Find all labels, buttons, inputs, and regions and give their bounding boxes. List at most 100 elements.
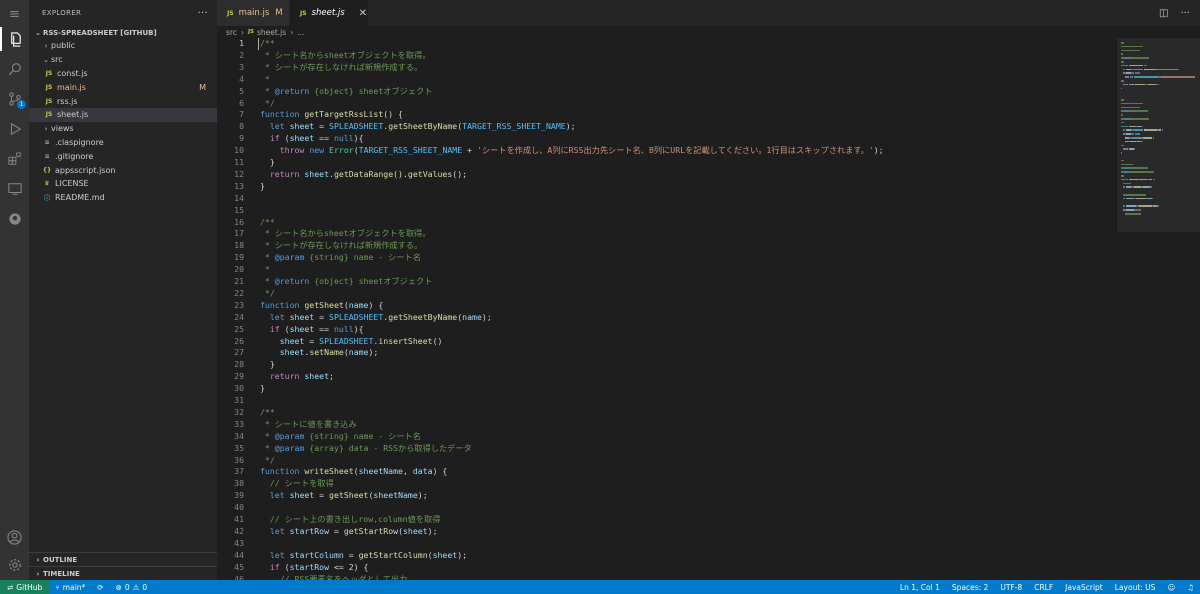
code-line[interactable]: 13} bbox=[217, 181, 1117, 193]
minimap-line bbox=[1133, 129, 1144, 131]
code-editor[interactable]: 1/** 2 * シート名からsheetオブジェクトを取得。 3 * シートが存在し… bbox=[217, 38, 1117, 580]
more-actions-icon[interactable]: ··· bbox=[198, 8, 208, 19]
code-line[interactable]: 32 /** bbox=[217, 407, 1117, 419]
code-line[interactable]: 19 * @param {string} name - シート名 bbox=[217, 252, 1117, 264]
remote-explorer-icon[interactable] bbox=[0, 177, 29, 201]
language-mode[interactable]: JavaScript bbox=[1059, 580, 1109, 594]
timeline-section[interactable]: › TIMELINE bbox=[29, 566, 217, 580]
keyboard-layout[interactable]: Layout: US bbox=[1109, 580, 1162, 594]
run-debug-icon[interactable] bbox=[0, 117, 29, 141]
code-token: TARGET_RSS_SHEET_NAME bbox=[462, 121, 566, 132]
minimap-slider[interactable] bbox=[1117, 38, 1200, 232]
notifications-bell-icon[interactable]: ♫ bbox=[1181, 580, 1200, 594]
code-line[interactable]: 5 * @return {object} sheetオブジェクト bbox=[217, 86, 1117, 98]
code-line[interactable]: 2 * シート名からsheetオブジェクトを取得。 bbox=[217, 50, 1117, 62]
indentation[interactable]: Spaces: 2 bbox=[946, 580, 994, 594]
tree-item-main-js[interactable]: JS main.js M bbox=[29, 80, 217, 94]
tab-sheet-js[interactable]: JS sheet.js ✕ bbox=[290, 0, 368, 26]
code-line[interactable]: 15 bbox=[217, 205, 1117, 217]
code-line[interactable]: 23 function getSheet(name) { bbox=[217, 300, 1117, 312]
tree-item-license[interactable]: ♛ LICENSE bbox=[29, 177, 217, 191]
code-line[interactable]: 43 bbox=[217, 538, 1117, 550]
source-control-icon[interactable]: 1 bbox=[0, 87, 29, 111]
code-line[interactable]: 10 throw new Error(TARGET_RSS_SHEET_NAME… bbox=[217, 145, 1117, 157]
code-line[interactable]: 30} bbox=[217, 383, 1117, 395]
code-line[interactable]: 44 let startColumn = getStartColumn(shee… bbox=[217, 550, 1117, 562]
code-line[interactable]: 40 bbox=[217, 502, 1117, 514]
code-line[interactable]: 38 // シートを取得 bbox=[217, 478, 1117, 490]
tree-item-sheet-js[interactable]: JS sheet.js bbox=[29, 107, 217, 122]
code-line[interactable]: 37 function writeSheet(sheetName, data) { bbox=[217, 466, 1117, 478]
breadcrumb-folder[interactable]: src bbox=[226, 28, 237, 37]
tree-item-src[interactable]: ⌄ src bbox=[29, 53, 217, 67]
split-editor-icon[interactable]: ◫ bbox=[1159, 8, 1168, 19]
tree-item-readme-md[interactable]: ⓘ README.md bbox=[29, 191, 217, 205]
code-line[interactable]: 22 */ bbox=[217, 288, 1117, 300]
code-line[interactable]: 4 * bbox=[217, 74, 1117, 86]
code-line[interactable]: 29 return sheet; bbox=[217, 371, 1117, 383]
root-folder[interactable]: ⌄ RSS-SPREADSHEET [GITHUB] bbox=[29, 26, 217, 39]
tree-item-gitignore[interactable]: ≡ .gitignore bbox=[29, 149, 217, 163]
code-line[interactable]: 17 * シート名からsheetオブジェクトを取得。 bbox=[217, 228, 1117, 240]
code-line[interactable]: 31 bbox=[217, 395, 1117, 407]
encoding[interactable]: UTF-8 bbox=[994, 580, 1028, 594]
code-line[interactable]: 27 sheet.setName(name); bbox=[217, 347, 1117, 359]
code-line[interactable]: 25 if (sheet == null){ bbox=[217, 324, 1117, 336]
github-icon[interactable] bbox=[0, 207, 29, 231]
code-line[interactable]: 28 } bbox=[217, 359, 1117, 371]
minimap-line bbox=[1130, 76, 1133, 78]
problems-indicator[interactable]: ⊗ 0 ⚠ 0 bbox=[110, 580, 154, 594]
code-line[interactable]: 1 /** bbox=[217, 38, 1117, 50]
code-line[interactable]: 6 */ bbox=[217, 98, 1117, 110]
code-token: @param bbox=[274, 252, 305, 263]
code-line[interactable]: 3 * シートが存在しなければ新規作成する。 bbox=[217, 62, 1117, 74]
tree-item-public[interactable]: › public bbox=[29, 39, 217, 53]
code-token: */ bbox=[260, 454, 275, 465]
code-line[interactable]: 33 * シートに値を書き込み bbox=[217, 419, 1117, 431]
files-icon[interactable] bbox=[0, 27, 29, 51]
cursor-position[interactable]: Ln 1, Col 1 bbox=[894, 580, 946, 594]
remote-indicator[interactable]: ⇌ GitHub bbox=[0, 580, 50, 594]
branch-indicator[interactable]: ⑂ main* bbox=[49, 580, 91, 594]
code-line[interactable]: 12 return sheet.getDataRange().getValues… bbox=[217, 169, 1117, 181]
extensions-icon[interactable] bbox=[0, 147, 29, 171]
code-line[interactable]: 14 bbox=[217, 193, 1117, 205]
code-line[interactable]: 42 let startRow = getStartRow(sheet); bbox=[217, 526, 1117, 538]
tree-item-const-js[interactable]: JS const.js bbox=[29, 67, 217, 81]
code-line[interactable]: 26 sheet = SPLEADSHEET.insertSheet() bbox=[217, 336, 1117, 348]
code-line[interactable]: 45 if (startRow <= 2) { bbox=[217, 562, 1117, 574]
code-line[interactable]: 8 let sheet = SPLEADSHEET.getSheetByName… bbox=[217, 121, 1117, 133]
code-line[interactable]: 24 let sheet = SPLEADSHEET.getSheetByNam… bbox=[217, 312, 1117, 324]
code-line[interactable]: 39 let sheet = getSheet(sheetName); bbox=[217, 490, 1117, 502]
code-line[interactable]: 36 */ bbox=[217, 455, 1117, 467]
tree-item-claspignore[interactable]: ≡ .claspignore bbox=[29, 136, 217, 150]
settings-gear-icon[interactable] bbox=[0, 553, 29, 577]
more-actions-icon[interactable]: ··· bbox=[1180, 8, 1190, 19]
tree-item-views[interactable]: › views bbox=[29, 122, 217, 136]
breadcrumb-symbol[interactable]: ... bbox=[297, 28, 304, 37]
account-icon[interactable] bbox=[0, 525, 29, 549]
minimap[interactable] bbox=[1117, 38, 1200, 580]
code-line[interactable]: 16 /** bbox=[217, 217, 1117, 229]
code-line[interactable]: 18 * シートが存在しなければ新規作成する。 bbox=[217, 240, 1117, 252]
outline-section[interactable]: › OUTLINE bbox=[29, 552, 217, 566]
code-line[interactable]: 21 * @return {object} sheetオブジェクト bbox=[217, 276, 1117, 288]
feedback-icon[interactable]: ☺ bbox=[1161, 580, 1181, 594]
sync-button[interactable]: ⟳ bbox=[91, 580, 109, 594]
code-line[interactable]: 9 if (sheet == null){ bbox=[217, 133, 1117, 145]
code-line[interactable]: 34 * @param {string} name - シート名 bbox=[217, 431, 1117, 443]
code-token: * シート名からsheetオブジェクトを取得。 bbox=[260, 228, 431, 239]
breadcrumb-file[interactable]: sheet.js bbox=[257, 28, 286, 37]
tree-item-appsscript-json[interactable]: {} appsscript.json bbox=[29, 163, 217, 177]
tab-main-js[interactable]: JS main.js M bbox=[217, 0, 289, 26]
code-line[interactable]: 41 // シート上の書き出しrow,column値を取得 bbox=[217, 514, 1117, 526]
close-icon[interactable]: ✕ bbox=[359, 8, 367, 19]
search-icon[interactable] bbox=[0, 57, 29, 81]
code-line[interactable]: 11 } bbox=[217, 157, 1117, 169]
tree-item-rss-js[interactable]: JS rss.js bbox=[29, 94, 217, 108]
menu-icon[interactable]: ≡ bbox=[0, 2, 29, 26]
code-line[interactable]: 35 * @param {array} data - RSSから取得したデータ bbox=[217, 443, 1117, 455]
code-line[interactable]: 20 * bbox=[217, 264, 1117, 276]
code-line[interactable]: 7 function getTargetRssList() { bbox=[217, 109, 1117, 121]
line-ending[interactable]: CRLF bbox=[1028, 580, 1059, 594]
